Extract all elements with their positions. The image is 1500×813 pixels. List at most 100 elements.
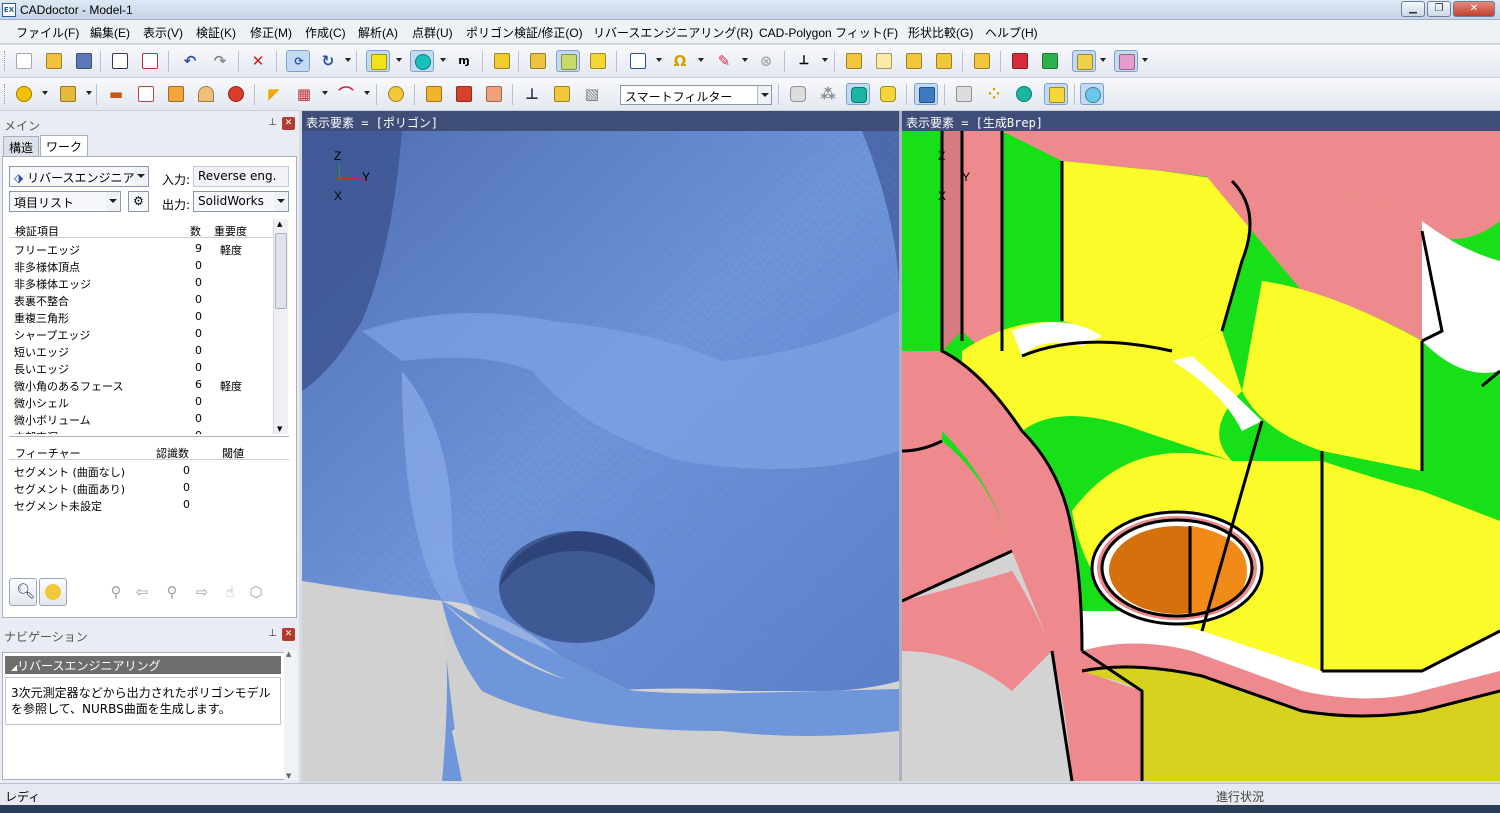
scroll-up-icon[interactable]: ▲ [286,650,291,658]
hand-icon[interactable]: ☝ [218,580,242,604]
teal-shape-icon[interactable] [846,83,870,105]
table-row[interactable]: 非多様体エッジ 0 [14,274,272,291]
cube-icon[interactable] [164,83,188,105]
magnify-icon[interactable]: ⚲ [160,580,184,604]
magnet-icon[interactable]: Ω [668,50,692,72]
navigation-section[interactable]: ◢リバースエンジニアリング [5,656,281,674]
rotate-icon[interactable]: ↻ [316,50,340,72]
curve-icon[interactable]: ⌒ [334,83,358,105]
close-button[interactable]: ✕ [1453,1,1495,17]
table-row[interactable]: 内部空洞 0 [14,427,272,434]
select-mode-icon[interactable] [556,50,580,72]
menu-view[interactable]: 表示(V) [143,24,183,41]
triangle-icon[interactable]: ◤ [262,83,286,105]
previous-arrow-icon[interactable]: ⇦ [130,580,154,604]
ruler-icon[interactable]: ▬ [104,83,128,105]
table-row[interactable]: 微小シェル 0 [14,393,272,410]
minimize-button[interactable]: ▁ [1401,1,1425,17]
chevron-down-icon[interactable] [274,192,288,211]
solid-display-button[interactable] [366,50,390,72]
smart-filter-select[interactable]: スマートフィルター [620,85,772,105]
shading-display-button[interactable] [410,50,434,72]
settings-button[interactable]: ⚙ [128,191,149,212]
scroll-down-icon[interactable]: ▼ [286,772,291,780]
maximize-button[interactable]: ❐ [1427,1,1451,17]
app-icon[interactable]: EX [2,3,16,17]
gem-icon[interactable] [384,83,408,105]
dual-view-icon[interactable] [1080,83,1104,105]
cylinder-icon[interactable] [786,83,810,105]
next-arrow-icon[interactable]: ⇨ [190,580,214,604]
select-area-icon[interactable] [586,50,610,72]
toolbar-grip[interactable] [4,84,7,104]
face-icon-3[interactable] [902,50,926,72]
menu-compare[interactable]: 形状比較(G) [908,24,973,41]
menu-edit[interactable]: 編集(E) [90,24,130,41]
auto-rotate-button[interactable]: ⟳ [286,50,310,72]
chevron-down-icon[interactable] [134,167,148,186]
marker-icon[interactable]: ⚲ [104,580,128,604]
table-row[interactable]: 重複三角形 0 [14,308,272,325]
undo-icon[interactable]: ↶ [178,50,202,72]
view-box-icon[interactable] [490,50,514,72]
scatter-icon[interactable]: ⁘ [982,83,1006,105]
menu-create[interactable]: 作成(C) [305,24,346,41]
zoom-fit-icon[interactable] [626,50,650,72]
table-row[interactable]: 微小角のあるフェース 6 軽度 [14,376,272,393]
mode-select[interactable]: ⬗ リバースエンジニアリング [9,166,149,187]
table-row[interactable]: 微小ボリューム 0 [14,410,272,427]
axis-icon[interactable]: ⟂ [792,50,816,72]
face-icon-4[interactable] [932,50,956,72]
slice-icon[interactable] [550,83,574,105]
redo-icon[interactable]: ↷ [208,50,232,72]
scroll-down-icon[interactable]: ▼ [277,425,282,433]
cube-outline-icon[interactable] [134,83,158,105]
table-row[interactable]: セグメント (曲面あり) 0 [14,479,284,496]
menu-verify[interactable]: 検証(K) [196,24,236,41]
points-icon[interactable]: ⁂ [816,83,840,105]
close-icon[interactable]: ✕ [282,628,295,641]
scrollbar-thumb[interactable] [275,233,287,309]
extrude-icon[interactable] [422,83,446,105]
green-solid-icon[interactable] [1038,50,1062,72]
yellow-cylinder-icon[interactable] [876,83,900,105]
book-icon[interactable] [452,83,476,105]
table-row[interactable]: 非多様体頂点 0 [14,257,272,274]
delete-icon[interactable]: ✕ [246,50,270,72]
teal-ball-icon[interactable] [1012,83,1036,105]
table-row[interactable]: 表裏不整合 0 [14,291,272,308]
layer-icon[interactable] [970,50,994,72]
pin-icon[interactable]: ⊥ [268,628,277,639]
check-table-scrollbar[interactable]: ▲ ▼ [273,219,288,434]
plane-icon[interactable]: ⊥ [520,83,544,105]
brep-viewport[interactable]: Z Y X [902,131,1500,781]
tab-work[interactable]: ワーク [40,135,89,157]
table-row[interactable]: フリーエッジ 9 軽度 [14,240,272,257]
new-file-button[interactable] [12,50,36,72]
menu-file[interactable]: ファイル(F) [16,24,79,41]
open-folder-button[interactable] [42,50,66,72]
output-select[interactable]: SolidWorks [193,191,289,212]
table-row[interactable]: シャープエッジ 0 [14,325,272,342]
export-button[interactable] [138,50,162,72]
red-solid-icon[interactable] [1008,50,1032,72]
reference-icon[interactable] [952,83,976,105]
face-icon-2[interactable] [872,50,896,72]
yellow-ref-icon[interactable] [1044,83,1068,105]
pin-icon[interactable]: ✎ [712,50,736,72]
polygon-viewport[interactable]: Z Y X [302,131,899,781]
mesh-icon[interactable]: ▦ [292,83,316,105]
box-outline-icon[interactable]: ⬡ [244,580,268,604]
stack-icon[interactable] [482,83,506,105]
tab-structure[interactable]: 構造 [3,136,40,156]
highlight-icon[interactable] [1072,50,1096,72]
pin-icon[interactable]: ⊥ [268,117,277,128]
menu-modify[interactable]: 修正(M) [250,24,292,41]
save-button[interactable] [72,50,96,72]
menu-reverse[interactable]: リバースエンジニアリング(R) [593,24,753,41]
info-icon[interactable] [12,83,36,105]
disabled-icon[interactable]: ⊗ [754,50,778,72]
menu-polygon[interactable]: ポリゴン検証/修正(O) [466,24,583,41]
arch-icon[interactable] [194,83,218,105]
search-analysis-button[interactable]: 🔍︎ [9,578,37,606]
